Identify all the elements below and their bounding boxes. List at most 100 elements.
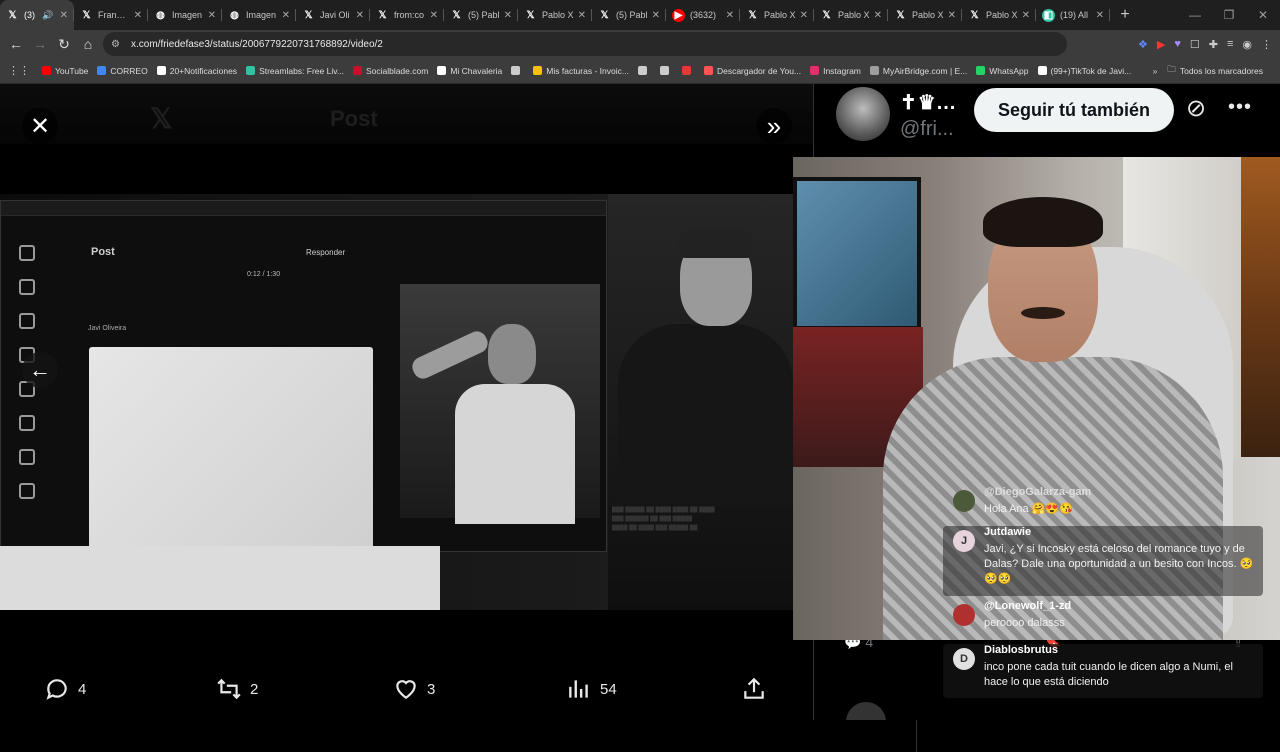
author-avatar[interactable] [836, 87, 890, 141]
all-bookmarks-folder[interactable]: 🗀 Todos los marcadores [1167, 64, 1263, 78]
media-viewer: 𝕏 Post Post Responder 0:12 / 1:30 Javi O… [0, 84, 813, 720]
extension-icon[interactable]: ♥ [1174, 38, 1181, 50]
browser-tab[interactable]: 𝕏from:co ✕ [370, 0, 444, 30]
browser-tab[interactable]: 𝕏 Pablo X ✕ [740, 0, 814, 30]
bookmark-item[interactable]: Streamlabs: Free Liv... [246, 66, 344, 76]
browser-tab[interactable]: 𝕏 Pablo X ✕ [962, 0, 1036, 30]
close-tab-icon[interactable]: ✕ [578, 10, 586, 21]
browser-tab[interactable]: 𝕏 (5) Pabl ✕ [444, 0, 518, 30]
bookmark-item[interactable]: Socialblade.com [352, 66, 428, 76]
grok-icon[interactable]: ⊘ [1186, 94, 1206, 123]
bookmark-item[interactable]: MyAirBridge.com | E... [869, 66, 967, 76]
browser-tab[interactable]: 𝕏 Pablo X ✕ [814, 0, 888, 30]
x-logo-icon: 𝕏 [150, 103, 173, 134]
reload-icon[interactable]: ↻ [52, 36, 76, 53]
bookmark-item[interactable] [681, 66, 695, 75]
menu-icon[interactable]: ⋮ [1261, 38, 1272, 51]
chat-message: D Diablosbrutus inco pone cada tuit cuan… [943, 644, 1263, 698]
browser-tab[interactable]: ◧ (19) All ✕ [1036, 0, 1110, 30]
close-tab-icon[interactable]: ✕ [430, 10, 438, 21]
bookmark-item[interactable]: (99+)TikTok de Javi... [1037, 66, 1131, 76]
browser-tab[interactable]: ◍ Imagen ✕ [148, 0, 222, 30]
background-header: 𝕏 Post [0, 84, 813, 144]
close-tab-icon[interactable]: ✕ [282, 10, 290, 21]
chat-avatar-letter: D [960, 653, 968, 665]
browser-tab[interactable]: 𝕏 Frank C ✕ [74, 0, 148, 30]
bookmark-item[interactable]: Instagram [810, 66, 861, 76]
profile-avatar[interactable]: ◉ [1242, 38, 1252, 51]
new-tab-button[interactable]: + [1110, 6, 1140, 24]
tab-title: Pablo X [764, 10, 796, 20]
bookmark-item[interactable] [511, 66, 524, 75]
x-icon: 𝕏 [600, 9, 609, 21]
browser-tab[interactable]: 𝕏 Pablo X ✕ [888, 0, 962, 30]
media-icon[interactable]: ≡ [1227, 38, 1233, 50]
home-icon[interactable]: ⌂ [76, 36, 100, 52]
bookmark-item[interactable]: Descargador de You... [703, 66, 801, 76]
tab-title: (5) Pabl [616, 10, 648, 20]
author-handle[interactable]: @fri... [900, 118, 954, 141]
browser-tab[interactable]: 𝕏 Pablo X ✕ [518, 0, 592, 30]
bookmark-item[interactable]: WhatsApp [976, 66, 1029, 76]
close-tab-icon[interactable]: ✕ [1096, 10, 1104, 21]
browser-tab[interactable]: 𝕏 Javi Oli ✕ [296, 0, 370, 30]
maximize-icon[interactable]: ❐ [1212, 0, 1246, 30]
close-tab-icon[interactable]: ✕ [652, 10, 660, 21]
back-icon[interactable]: ← [4, 36, 28, 52]
close-tab-icon[interactable]: ✕ [948, 10, 956, 21]
close-tab-icon[interactable]: ✕ [874, 10, 882, 21]
views-button[interactable]: 54 [566, 664, 617, 714]
close-tab-icon[interactable]: ✕ [726, 10, 734, 21]
forward-icon[interactable]: → [28, 36, 52, 52]
x-icon: 𝕏 [304, 9, 313, 21]
video-player[interactable]: Post Responder 0:12 / 1:30 Javi Oliveira… [0, 194, 793, 610]
embedded-post-label: Post [91, 246, 115, 258]
apps-icon[interactable]: ⋮⋮ [8, 64, 30, 77]
bookmark-item[interactable]: CORREO [97, 66, 148, 76]
bookmark-item[interactable]: 20+Notificaciones [156, 66, 237, 76]
address-bar[interactable]: ⚙ x.com/friedefase3/status/2006779220731… [103, 32, 1280, 752]
close-tab-icon[interactable]: ✕ [208, 10, 216, 21]
bookmark-item[interactable] [659, 66, 673, 75]
reply-avatar[interactable] [846, 702, 886, 720]
puzzle-icon[interactable]: ✚ [1209, 38, 1218, 51]
bookmark-item[interactable] [637, 66, 651, 75]
like-button[interactable]: 3 [393, 664, 435, 714]
previous-media-icon[interactable]: ← [22, 352, 58, 388]
close-tab-icon[interactable]: ✕ [134, 10, 142, 21]
browser-tab[interactable]: 𝕏 (5) Pabl ✕ [592, 0, 666, 30]
bookmark-item[interactable]: YouTube [42, 66, 88, 76]
follow-button[interactable]: Seguir tú también [974, 88, 1174, 132]
author-name[interactable]: ✝♛... [900, 90, 956, 115]
close-tab-icon[interactable]: ✕ [1022, 10, 1030, 21]
x-icon: 𝕏 [378, 9, 387, 21]
views-icon [569, 680, 588, 698]
chat-username: Jutdawie [984, 526, 1032, 538]
close-tab-icon[interactable]: ✕ [356, 10, 364, 21]
more-options-icon[interactable]: ••• [1228, 96, 1252, 119]
speaker-icon[interactable]: 🔊 [42, 10, 53, 21]
close-tab-icon[interactable]: ✕ [504, 10, 512, 21]
browser-tab[interactable]: 𝕏 (3) 🔊 ✕ [0, 0, 74, 30]
repost-count: 2 [250, 680, 259, 698]
site-info-icon[interactable]: ⚙ [111, 39, 125, 50]
youtube-ext-icon[interactable]: ▶ [1157, 38, 1165, 51]
close-icon[interactable]: ✕ [22, 108, 58, 144]
share-button[interactable] [741, 664, 775, 714]
close-tab-icon[interactable]: ✕ [60, 10, 68, 21]
bookmark-label: Instagram [823, 65, 861, 76]
extension-icon[interactable]: ❖ [1138, 38, 1148, 51]
close-tab-icon[interactable]: ✕ [800, 10, 808, 21]
repost-button[interactable]: 2 [216, 664, 258, 714]
embedded-white-panel-lower [0, 546, 440, 610]
close-window-icon[interactable]: ✕ [1246, 0, 1280, 30]
reply-button[interactable]: 4 [44, 664, 86, 714]
browser-tab[interactable]: ◍ Imagen ✕ [222, 0, 296, 30]
browser-tab[interactable]: ▶ (3632) ✕ [666, 0, 740, 30]
bookmark-item[interactable]: Mis facturas - Invoic... [533, 66, 629, 76]
more-bookmarks-icon[interactable]: » [1153, 66, 1158, 76]
expand-panel-icon[interactable]: » [756, 108, 792, 144]
bookmark-item[interactable]: Mi Chavaleria [437, 66, 502, 76]
extension-icon[interactable]: ☐ [1190, 38, 1200, 51]
minimize-icon[interactable]: — [1178, 0, 1212, 30]
